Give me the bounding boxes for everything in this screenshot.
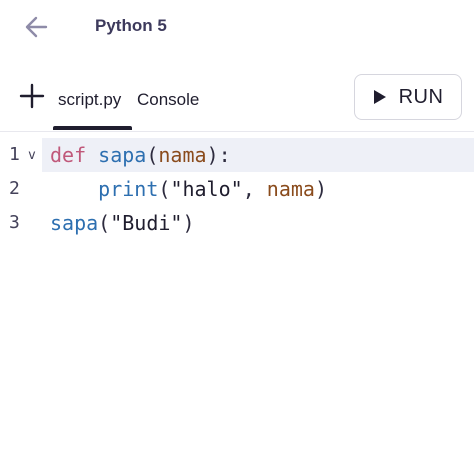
page-title: Python 5 bbox=[95, 16, 167, 35]
string-token: "Budi" bbox=[110, 211, 183, 235]
function-token: sapa bbox=[50, 211, 99, 235]
run-button-label: RUN bbox=[398, 85, 444, 108]
punct-token: ) bbox=[314, 177, 327, 201]
arrow-left-icon[interactable] bbox=[22, 12, 52, 42]
line-number: 1 bbox=[9, 144, 20, 165]
indent-token bbox=[50, 177, 98, 201]
code-line[interactable]: 1 v def sapa(nama): bbox=[0, 138, 474, 172]
string-token: "halo" bbox=[170, 177, 243, 201]
punct-token: ( bbox=[158, 177, 171, 201]
code-line[interactable]: 3 sapa("Budi") bbox=[0, 206, 474, 240]
line-number: 3 bbox=[9, 212, 20, 233]
punct-token: , bbox=[242, 177, 267, 201]
function-token: sapa bbox=[98, 143, 147, 167]
fold-toggle[interactable]: v bbox=[28, 148, 36, 163]
tab-console[interactable]: Console bbox=[137, 90, 199, 110]
top-header: Python 5 bbox=[0, 0, 474, 58]
code-text: print("halo", nama) bbox=[50, 177, 327, 201]
play-icon bbox=[373, 89, 387, 105]
tab-script-py[interactable]: script.py bbox=[58, 90, 121, 110]
code-editor[interactable]: 1 v def sapa(nama): 2 print("halo", nama… bbox=[0, 132, 474, 454]
run-button[interactable]: RUN bbox=[354, 74, 462, 120]
punct-token: ( bbox=[98, 211, 111, 235]
punct-token: ) bbox=[182, 211, 195, 235]
keyword-token: def bbox=[50, 143, 87, 167]
code-line[interactable]: 2 print("halo", nama) bbox=[0, 172, 474, 206]
variable-token: nama bbox=[266, 177, 315, 201]
punct-token: ): bbox=[206, 143, 231, 167]
active-tab-indicator bbox=[53, 126, 132, 130]
code-text: def sapa(nama): bbox=[50, 143, 231, 167]
param-token: nama bbox=[158, 143, 207, 167]
line-number: 2 bbox=[9, 178, 20, 199]
function-token: print bbox=[98, 177, 159, 201]
code-text: sapa("Budi") bbox=[50, 211, 195, 235]
punct-token: ( bbox=[146, 143, 159, 167]
plus-icon[interactable] bbox=[18, 82, 46, 110]
